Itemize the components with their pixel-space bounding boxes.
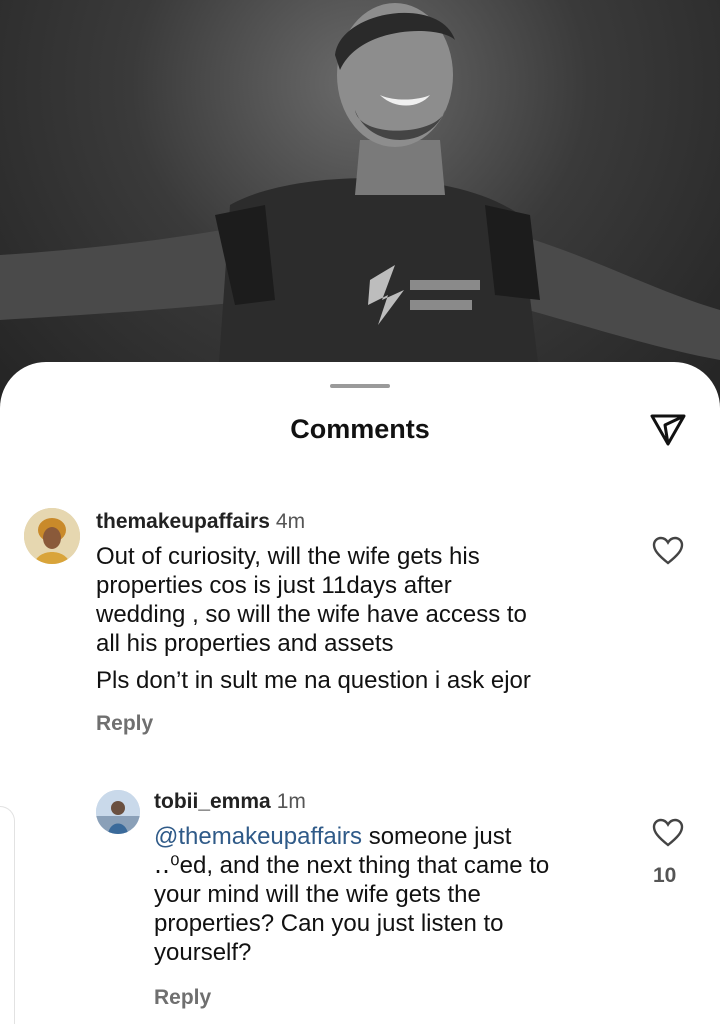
avatar-image bbox=[96, 790, 140, 834]
comment-text-line: Pls don’t in sult me na question i ask e… bbox=[96, 667, 531, 694]
like-count: 10 bbox=[653, 864, 677, 887]
sheet-title: Comments bbox=[290, 414, 430, 444]
mention-link[interactable]: @themakeupaffairs bbox=[154, 823, 362, 850]
comment-text-fragment: someone just bbox=[362, 823, 512, 850]
comment-text-line: properties? Can you just listen to bbox=[154, 910, 504, 937]
comment-text-line: @themakeupaffairs someone just bbox=[154, 822, 624, 851]
avatar[interactable] bbox=[96, 790, 140, 834]
player-illustration bbox=[0, 3, 720, 420]
comment-text-line: your mind will the wife gets the bbox=[154, 881, 481, 908]
comment-username[interactable]: tobii_emma bbox=[154, 790, 271, 813]
comment-body: Out of curiosity, will the wife gets his… bbox=[96, 542, 636, 695]
comment-time: 4m bbox=[275, 510, 306, 533]
comment-text-line: properties cos is just 11days after bbox=[96, 572, 452, 599]
reply-button[interactable]: Reply bbox=[96, 712, 153, 736]
comment-text-line: all his properties and assets bbox=[96, 630, 394, 657]
avatar-image bbox=[24, 508, 80, 564]
comment-text-line: wedding , so will the wife have access t… bbox=[96, 601, 527, 628]
avatar[interactable] bbox=[24, 508, 80, 564]
send-icon[interactable] bbox=[648, 412, 688, 448]
reply-button[interactable]: Reply bbox=[154, 986, 211, 1010]
comment-header: tobii_emma 1m bbox=[154, 790, 306, 814]
post-photo bbox=[0, 0, 720, 420]
comment-item: themakeupaffairs 4m Out of curiosity, wil… bbox=[0, 500, 720, 750]
drag-handle[interactable] bbox=[330, 384, 390, 388]
comment-text-line: ‥⁰ed, and the next thing that came to bbox=[154, 852, 550, 879]
reply-comment-item: tobii_emma 1m @themakeupaffairs someone j… bbox=[0, 782, 720, 1022]
comment-text-line: yourself? bbox=[154, 939, 252, 966]
comment-username[interactable]: themakeupaffairs bbox=[96, 510, 270, 533]
comment-text-line: Out of curiosity, will the wife gets his bbox=[96, 543, 480, 570]
heart-icon[interactable] bbox=[652, 536, 684, 566]
comment-body: @themakeupaffairs someone just ‥⁰ed, and… bbox=[154, 822, 624, 967]
heart-icon[interactable] bbox=[652, 818, 684, 848]
comment-time: 1m bbox=[276, 790, 306, 813]
comment-header: themakeupaffairs 4m bbox=[96, 510, 305, 534]
thread-edge bbox=[0, 806, 15, 1024]
screen: Comments themakeupaffairs 4m Out of curio… bbox=[0, 0, 720, 1024]
